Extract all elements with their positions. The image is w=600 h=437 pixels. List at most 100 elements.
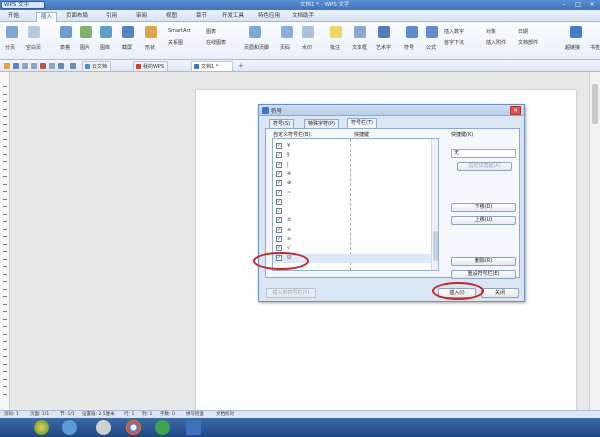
- shortcut-field[interactable]: 无: [451, 149, 516, 158]
- checkbox[interactable]: ✓: [276, 236, 282, 242]
- symbol-row[interactable]: ✓ ☑: [273, 253, 431, 263]
- move-down-button[interactable]: 下移(D): [451, 203, 516, 212]
- tab-section[interactable]: 章节: [196, 12, 207, 22]
- checkbox[interactable]: ✓: [276, 245, 282, 252]
- tab-developer[interactable]: 开发工具: [222, 12, 244, 22]
- ribbon-blank-page[interactable]: 空白页: [26, 44, 41, 51]
- new-tab-icon[interactable]: +: [238, 63, 244, 70]
- ribbon-page-break[interactable]: 分页: [5, 44, 15, 51]
- tab-features[interactable]: 特色应用: [258, 12, 280, 22]
- screenshot-icon[interactable]: [122, 26, 134, 38]
- gallery-icon[interactable]: [100, 26, 112, 38]
- symbol-row[interactable]: ✓ ¥: [273, 142, 431, 151]
- ribbon-bookmark[interactable]: 书签: [590, 44, 600, 51]
- textbox-icon[interactable]: [354, 26, 366, 38]
- reset-symbol-bar-button[interactable]: 重设符号栏(E): [451, 270, 516, 279]
- checkbox[interactable]: ✓: [276, 254, 282, 261]
- symbol-row[interactable]: ✓ ⊕: [273, 179, 431, 188]
- tab-home[interactable]: 开始: [8, 12, 19, 22]
- shapes-icon[interactable]: [145, 26, 157, 38]
- ribbon-textbox[interactable]: 文本框: [352, 44, 367, 51]
- blank-page-icon[interactable]: [28, 26, 40, 38]
- vertical-scrollbar[interactable]: [589, 72, 600, 410]
- symbol-row[interactable]: ✓ ±: [273, 216, 431, 225]
- insert-button[interactable]: 插入(I): [438, 288, 476, 298]
- ribbon-header-footer[interactable]: 页眉和页脚: [244, 44, 269, 51]
- symbol-row[interactable]: ✓ §: [273, 151, 431, 160]
- wps-taskbar-icon[interactable]: [186, 420, 201, 435]
- tab-special-chars[interactable]: 特殊字符(P): [304, 119, 339, 128]
- insert-to-symbol-bar-button[interactable]: 插入到符号栏(Y): [266, 288, 316, 298]
- print-icon[interactable]: [22, 63, 28, 69]
- symbol-row[interactable]: ✓: [273, 207, 431, 216]
- start-button-icon[interactable]: [34, 420, 49, 435]
- ribbon-table[interactable]: 表格: [60, 44, 70, 51]
- preview-icon[interactable]: [31, 63, 37, 69]
- checkbox[interactable]: ✓: [276, 226, 282, 233]
- minimize-button[interactable]: –: [558, 1, 570, 9]
- table-icon[interactable]: [60, 26, 72, 38]
- ribbon-symbol[interactable]: 符号: [404, 44, 414, 51]
- checkbox[interactable]: ✓: [276, 143, 282, 149]
- tab-page-layout[interactable]: 页面布局: [66, 12, 88, 22]
- move-up-button[interactable]: 上移(U): [451, 216, 516, 225]
- tab-my-wps[interactable]: 我的WPS: [133, 61, 169, 71]
- tab-doc-assistant[interactable]: 文档助手: [292, 12, 314, 22]
- tab-document1[interactable]: 文档1 *: [191, 61, 233, 71]
- scrollbar-thumb[interactable]: [592, 84, 598, 124]
- format-painter-icon[interactable]: [49, 63, 55, 69]
- symbol-row[interactable]: ✓ |: [273, 161, 431, 170]
- symbol-row[interactable]: ✓ ※: [273, 170, 431, 179]
- symbol-row[interactable]: ✓ √: [273, 244, 431, 253]
- symbol-row[interactable]: ✓ ≤: [273, 226, 431, 235]
- checkbox[interactable]: ✓: [276, 217, 282, 224]
- ribbon-doc-parts[interactable]: 文档部件: [518, 39, 538, 46]
- comment-icon[interactable]: [330, 26, 342, 38]
- close-window-button[interactable]: ×: [586, 1, 598, 9]
- app-menu-button[interactable]: WPS 文字: [1, 1, 45, 9]
- ribbon-picture[interactable]: 图片: [80, 44, 90, 51]
- ribbon-gallery[interactable]: 图库: [100, 44, 110, 51]
- ribbon-drop-cap[interactable]: 首字下沉: [444, 39, 464, 46]
- ribbon-relation-chart[interactable]: 关系图: [168, 39, 183, 46]
- checkbox[interactable]: ✓: [276, 208, 282, 215]
- status-spellcheck[interactable]: 拼写检查: [186, 411, 204, 418]
- ribbon-comment[interactable]: 批注: [330, 44, 340, 51]
- ribbon-chart[interactable]: 图表: [206, 28, 216, 35]
- checkbox[interactable]: ✓: [276, 198, 282, 205]
- tab-cloud-docs[interactable]: 云文档: [82, 61, 112, 71]
- undo-icon[interactable]: [58, 63, 64, 69]
- wordart-icon[interactable]: [378, 26, 390, 38]
- redo-icon[interactable]: [70, 63, 76, 69]
- tab-symbols[interactable]: 符号(S): [269, 119, 295, 128]
- page-number-icon[interactable]: [281, 26, 293, 38]
- ribbon-hyperlink[interactable]: 超链接: [565, 44, 580, 51]
- image-icon[interactable]: [80, 26, 92, 38]
- ribbon-date[interactable]: 日期: [518, 28, 528, 35]
- list-scrollbar-thumb[interactable]: [433, 231, 438, 261]
- hyperlink-icon[interactable]: [570, 26, 582, 38]
- ribbon-screenshot[interactable]: 截屏: [122, 44, 132, 51]
- tab-view[interactable]: 视图: [166, 12, 177, 22]
- explorer-icon[interactable]: [62, 420, 77, 435]
- checkbox[interactable]: ✓: [276, 170, 282, 177]
- tab-references[interactable]: 引用: [106, 12, 117, 22]
- maximize-button[interactable]: □: [572, 1, 584, 9]
- page-break-icon[interactable]: [6, 26, 18, 38]
- qq-icon[interactable]: [96, 420, 111, 435]
- checkbox[interactable]: ✓: [276, 180, 282, 187]
- spellcheck-icon[interactable]: [40, 63, 46, 69]
- ribbon-page-number[interactable]: 页码: [280, 44, 290, 51]
- symbol-row[interactable]: ✓ ~: [273, 189, 431, 198]
- ribbon-online-chart[interactable]: 在线图表: [206, 39, 226, 46]
- ribbon-equation[interactable]: 公式: [426, 44, 436, 51]
- symbol-icon[interactable]: [406, 26, 418, 38]
- open-icon[interactable]: [4, 63, 10, 69]
- ribbon-attachment[interactable]: 插入附件: [486, 39, 506, 46]
- save-icon[interactable]: [13, 63, 19, 69]
- checkbox[interactable]: ✓: [276, 189, 282, 196]
- ribbon-object[interactable]: 对象: [486, 28, 496, 35]
- symbol-row[interactable]: ✓ ≥: [273, 235, 431, 244]
- tab-insert[interactable]: 插入: [36, 12, 58, 22]
- ribbon-shapes[interactable]: 形状: [145, 44, 155, 51]
